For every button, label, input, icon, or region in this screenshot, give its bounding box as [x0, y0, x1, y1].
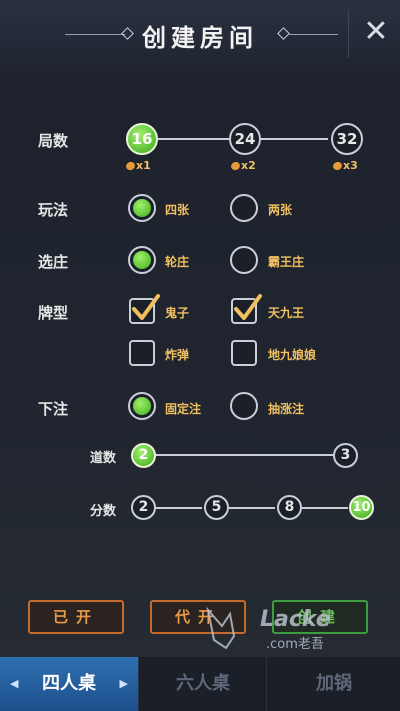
coin-icon: [124, 160, 137, 172]
card-type-option-guizi[interactable]: 鬼子: [165, 304, 189, 321]
checkmark-icon: [234, 294, 262, 320]
svg-text:.com老吾: .com老吾: [266, 637, 324, 652]
rounds-cost-32-text: x3: [343, 159, 358, 172]
tab-four-player[interactable]: ◀ 四人桌 ▶: [0, 657, 138, 711]
rounds-cost-24: x2: [229, 159, 256, 172]
rounds-cost-32: x3: [331, 159, 358, 172]
play-mode-radio-four[interactable]: [128, 194, 156, 222]
checkmark-icon: [132, 294, 160, 320]
points-option-8[interactable]: 8: [277, 495, 302, 520]
chevron-left-icon[interactable]: ◀: [10, 657, 18, 711]
rounds-cost-16: x1: [124, 159, 151, 172]
rounds-option-32[interactable]: 32: [331, 123, 363, 155]
banker-label: 选庄: [38, 253, 69, 271]
tab-six-player[interactable]: 六人桌: [138, 657, 267, 711]
card-type-check-tianjiuwang[interactable]: [231, 294, 262, 324]
header-divider: [348, 10, 349, 58]
lanes-option-3[interactable]: 3: [333, 443, 358, 468]
watermark-logo: Lacke .com老吾: [206, 606, 331, 652]
lanes-track: [154, 454, 334, 456]
points-option-2[interactable]: 2: [131, 495, 156, 520]
points-track-1: [156, 507, 202, 509]
bet-label: 下注: [38, 400, 69, 418]
chevron-right-icon[interactable]: ▶: [120, 657, 128, 711]
banker-option-fixed[interactable]: 霸王庄: [268, 253, 304, 270]
rounds-option-16[interactable]: 16: [126, 123, 158, 155]
points-track-3: [302, 507, 348, 509]
card-type-check-bomb[interactable]: [129, 340, 155, 366]
card-type-check-dijiu[interactable]: [231, 340, 257, 366]
points-option-10[interactable]: 10: [349, 495, 374, 520]
points-label: 分数: [90, 504, 117, 519]
card-type-check-guizi[interactable]: [129, 294, 160, 324]
tab-add-pot-label: 加锅: [316, 673, 352, 694]
banker-radio-fixed[interactable]: [230, 246, 258, 274]
points-track-2: [229, 507, 275, 509]
table-type-tabs: ◀ 四人桌 ▶ 六人桌 加锅: [0, 657, 400, 711]
play-mode-label: 玩法: [38, 201, 69, 219]
tab-six-player-label: 六人桌: [176, 673, 230, 694]
card-type-option-dijiu[interactable]: 地九娘娘: [268, 346, 316, 363]
rounds-cost-16-text: x1: [136, 159, 151, 172]
points-option-5[interactable]: 5: [204, 495, 229, 520]
rounds-option-24[interactable]: 24: [229, 123, 261, 155]
card-type-option-bomb[interactable]: 炸弹: [165, 346, 189, 363]
svg-text:Lacke: Lacke: [260, 607, 331, 632]
tab-add-pot[interactable]: 加锅: [266, 657, 400, 711]
coin-icon: [331, 160, 344, 172]
bet-option-raise[interactable]: 抽涨注: [268, 400, 304, 417]
lanes-option-2[interactable]: 2: [131, 443, 156, 468]
banker-radio-rotate[interactable]: [128, 246, 156, 274]
page-title: 创建房间: [142, 24, 258, 52]
play-mode-option-four[interactable]: 四张: [165, 201, 189, 218]
tab-four-player-label: 四人桌: [42, 673, 96, 694]
play-mode-radio-two[interactable]: [230, 194, 258, 222]
rounds-label: 局数: [38, 132, 69, 150]
header-bar: 创建房间 ✕: [0, 0, 400, 73]
bet-radio-raise[interactable]: [230, 392, 258, 420]
card-types-label: 牌型: [38, 304, 69, 322]
play-mode-option-two[interactable]: 两张: [268, 201, 292, 218]
title-deco-line-right: [288, 34, 338, 35]
close-icon[interactable]: ✕: [360, 14, 392, 50]
opened-rooms-button[interactable]: 已开: [28, 600, 124, 634]
rounds-cost-24-text: x2: [241, 159, 256, 172]
lanes-label: 道数: [90, 451, 117, 466]
bet-radio-fixed[interactable]: [128, 392, 156, 420]
coin-icon: [229, 160, 242, 172]
bet-option-fixed[interactable]: 固定注: [165, 400, 201, 417]
banker-option-rotate[interactable]: 轮庄: [165, 253, 189, 270]
card-type-option-tianjiuwang[interactable]: 天九王: [268, 304, 304, 321]
